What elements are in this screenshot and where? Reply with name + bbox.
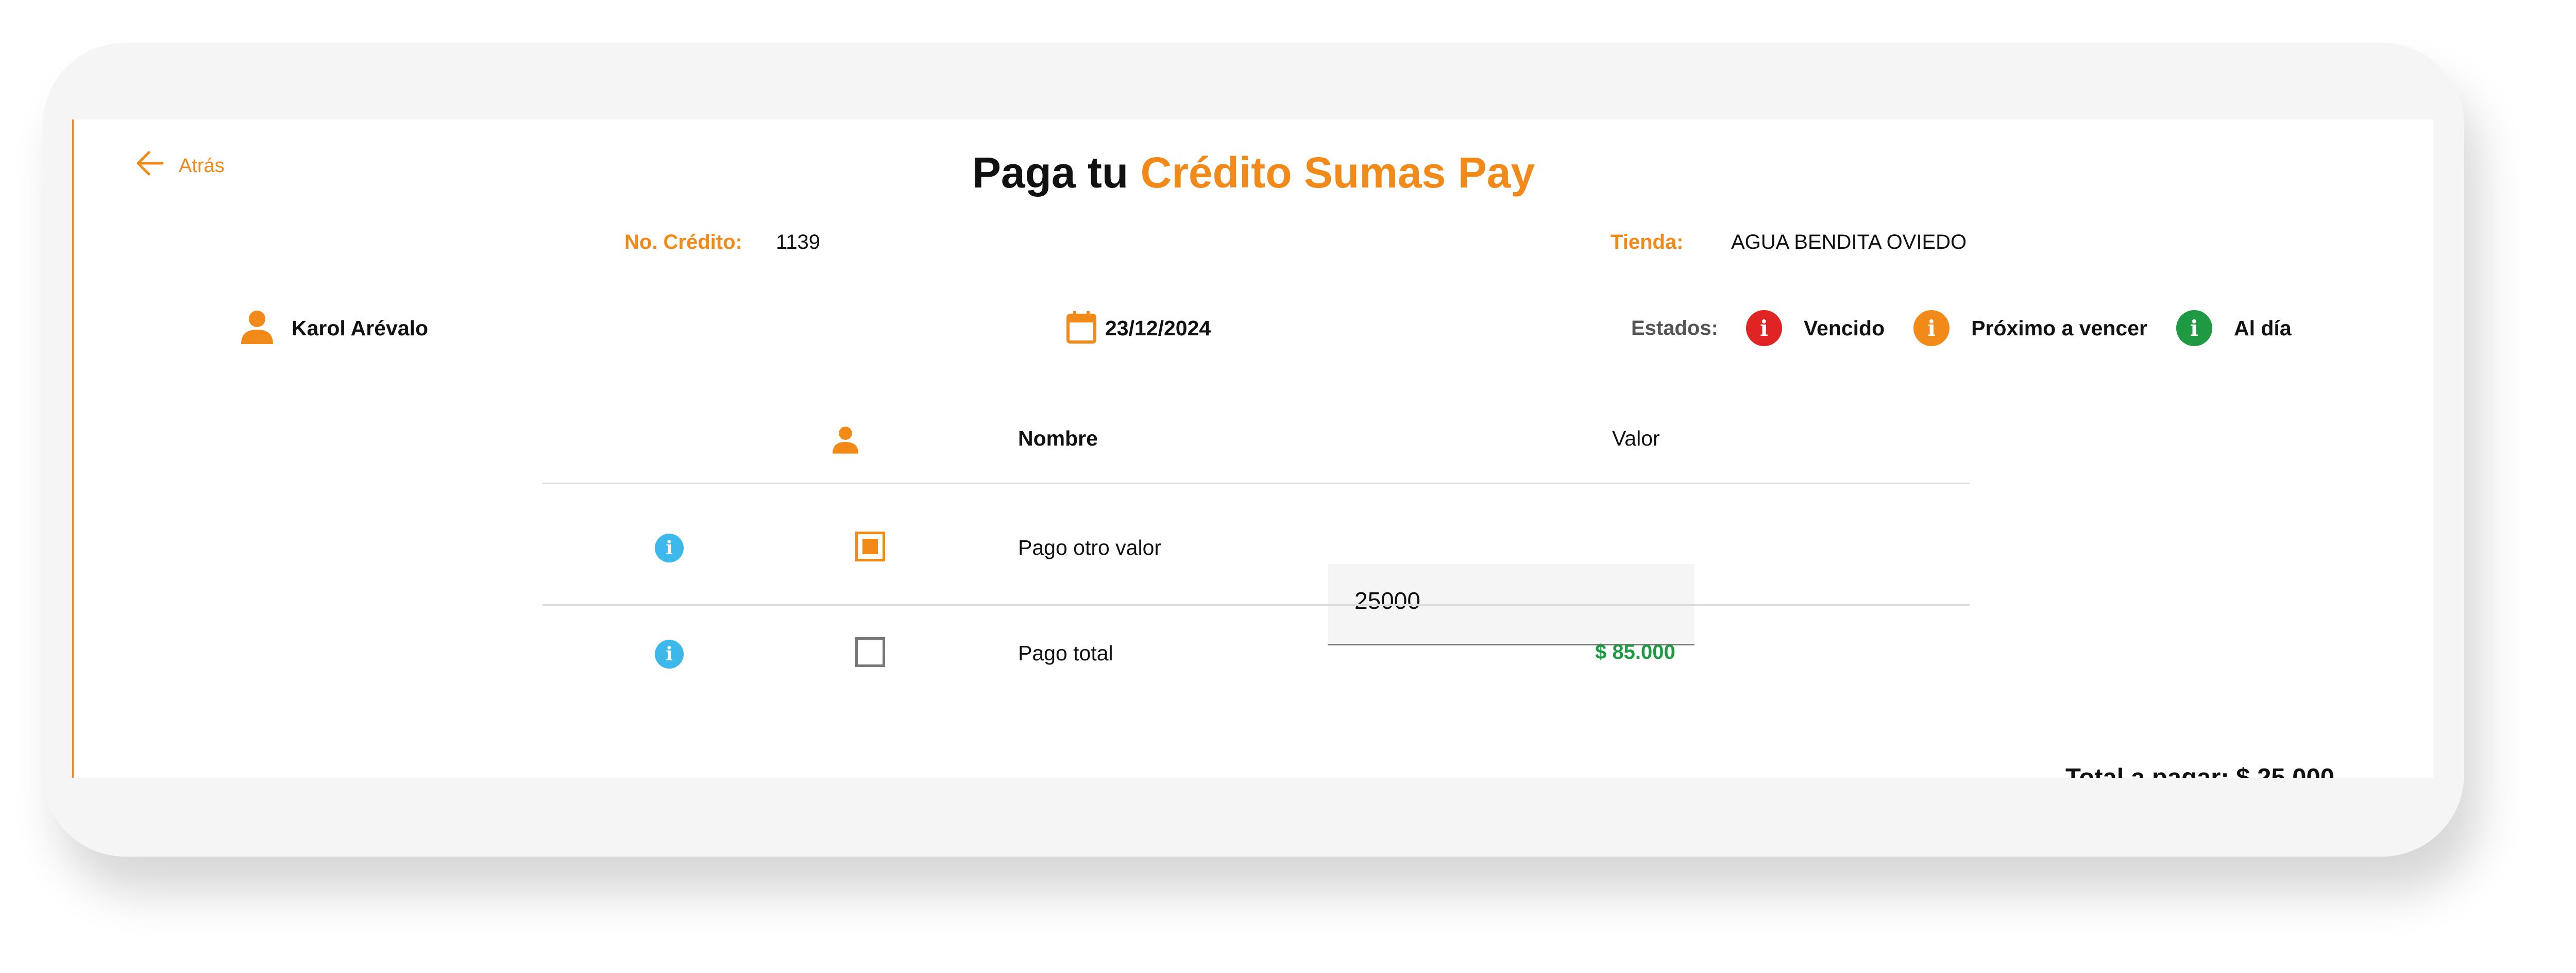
checkbox-check-fill	[862, 539, 878, 554]
credit-number-value: 1139	[776, 231, 821, 253]
title-accent: Crédito Sumas Pay	[1140, 148, 1535, 197]
row1-checkbox[interactable]	[855, 532, 885, 561]
table-divider	[543, 483, 1970, 484]
state-upcoming-info-icon: i	[1913, 310, 1950, 346]
states-label: Estados:	[1631, 316, 1718, 339]
date-value: 23/12/2024	[1105, 316, 1211, 340]
title-prefix: Paga tu	[972, 148, 1129, 197]
table-header-value: Valor	[1612, 426, 1660, 450]
page-title: Paga tu Crédito Sumas Pay	[74, 148, 2433, 198]
state-overdue-info-icon: i	[1745, 310, 1782, 346]
user-name: Karol Arévalo	[292, 316, 429, 340]
state-current-info-icon: i	[2176, 310, 2212, 346]
table-divider	[543, 604, 1970, 606]
state-current-label: Al día	[2234, 316, 2292, 340]
total-to-pay: Total a pagar: $ 25.000	[2065, 764, 2334, 778]
credit-number-label: No. Crédito:	[624, 231, 742, 253]
store-label: Tienda:	[1611, 231, 1684, 253]
other-amount-value: 25000	[1354, 587, 1420, 614]
payment-card: Atrás Paga tu Crédito Sumas Pay No. Créd…	[72, 120, 2433, 778]
row2-checkbox[interactable]	[855, 637, 885, 667]
date-display: 23/12/2024	[1066, 310, 1211, 347]
state-upcoming-label: Próximo a vencer	[1971, 316, 2147, 340]
user-info: Karol Arévalo	[241, 310, 428, 347]
table-header-name: Nombre	[1018, 426, 1098, 450]
table-header-user-icon	[833, 426, 858, 456]
state-overdue-label: Vencido	[1803, 316, 1885, 340]
row1-info-icon[interactable]: i	[655, 534, 684, 562]
row2-info-icon[interactable]: i	[655, 640, 684, 669]
states-legend: Estados: i Vencido i Próximo a vencer i …	[1631, 310, 2320, 346]
store-value: AGUA BENDITA OVIEDO	[1731, 231, 1967, 253]
total-amount-value: $ 85.000	[1595, 641, 1675, 663]
row2-label: Pago total	[1018, 641, 1113, 665]
row1-label: Pago otro valor	[1018, 536, 1162, 559]
user-icon	[241, 310, 273, 347]
calendar-icon	[1066, 310, 1097, 347]
